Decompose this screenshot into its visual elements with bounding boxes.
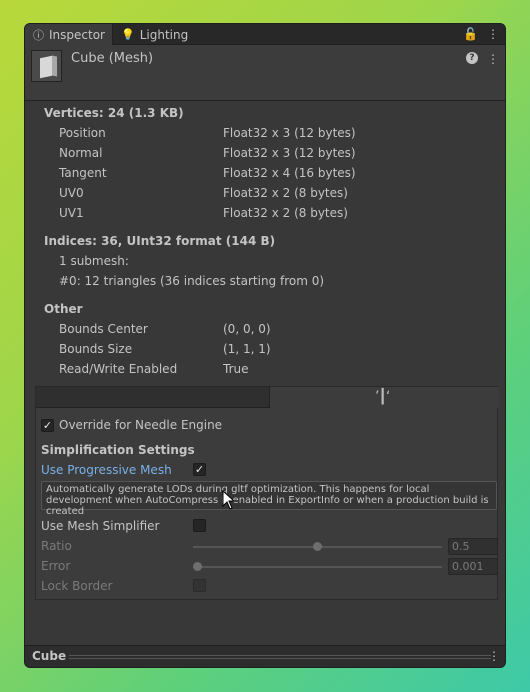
simplification-heading: Simplification Settings [41, 443, 195, 457]
vertex-attr-label: UV0 [59, 186, 84, 200]
other-value: (1, 1, 1) [223, 342, 271, 356]
override-label: Override for Needle Engine [59, 418, 223, 432]
footer-label: Cube [32, 649, 67, 663]
ratio-field[interactable]: 0.5 [448, 538, 498, 555]
kebab-menu-icon[interactable]: ⋮ [487, 52, 499, 66]
tab-inspector[interactable]: ⓘ Inspector [25, 24, 113, 45]
other-value: True [223, 362, 249, 376]
other-label: Bounds Size [59, 342, 133, 356]
other-value: (0, 0, 0) [223, 322, 271, 336]
vertex-attr-row: Position Float32 x 3 (12 bytes) [25, 123, 505, 143]
progressive-mesh-label[interactable]: Use Progressive Mesh [41, 460, 172, 480]
other-heading: Other [44, 302, 83, 316]
vertex-attr-row: UV0 Float32 x 2 (8 bytes) [25, 183, 505, 203]
kebab-menu-icon[interactable]: ⋮ [488, 649, 500, 663]
mesh-simplifier-label: Use Mesh Simplifier [41, 519, 160, 533]
help-text: Automatically generate LODs during gltf … [46, 484, 489, 517]
override-checkbox[interactable]: ✓ [41, 419, 54, 432]
vertex-attr-value: Float32 x 3 (12 bytes) [223, 126, 356, 140]
vertex-attr-value: Float32 x 2 (8 bytes) [223, 186, 348, 200]
other-row: Bounds Size (1, 1, 1) [25, 339, 505, 359]
error-slider-thumb[interactable] [193, 562, 203, 571]
vertex-attr-label: Normal [59, 146, 103, 160]
indices-heading: Indices: 36, UInt32 format (144 B) [44, 234, 276, 248]
cube-icon [40, 55, 52, 79]
tab-bar: ⓘ Inspector 💡 Lighting 🔓 ⋮ [25, 24, 505, 45]
cube-icon-side [52, 55, 57, 77]
vertex-attr-row: Normal Float32 x 3 (12 bytes) [25, 143, 505, 163]
vertex-attr-label: Position [59, 126, 106, 140]
needle-settings-panel: ’┃‘ ✓ Override for Needle Engine Simplif… [35, 386, 499, 600]
tab-bar-controls: 🔓 ⋮ [463, 27, 499, 41]
mesh-thumbnail [31, 50, 62, 82]
help-box: Automatically generate LODs during gltf … [41, 481, 497, 517]
inspector-window: ⓘ Inspector 💡 Lighting 🔓 ⋮ Cube (Mesh) ?… [24, 23, 506, 668]
other-label: Read/Write Enabled [59, 362, 178, 376]
mouse-cursor-icon [222, 490, 236, 510]
vertex-attr-row: Tangent Float32 x 4 (16 bytes) [25, 163, 505, 183]
vertex-attr-value: Float32 x 4 (16 bytes) [223, 166, 356, 180]
header-controls: ? ⋮ [466, 52, 499, 66]
error-field[interactable]: 0.001 [448, 558, 498, 575]
lock-border-checkbox[interactable] [193, 579, 206, 592]
ratio-label: Ratio [41, 539, 72, 553]
mesh-simplifier-checkbox[interactable] [193, 519, 206, 532]
error-label: Error [41, 559, 71, 573]
info-icon: ⓘ [33, 28, 44, 42]
vertex-attr-value: Float32 x 2 (8 bytes) [223, 206, 348, 220]
submesh-count: 1 submesh: [59, 254, 129, 268]
vertex-attr-row: UV1 Float32 x 2 (8 bytes) [25, 203, 505, 223]
other-row: Bounds Center (0, 0, 0) [25, 319, 505, 339]
needle-logo-icon: ’┃‘ [375, 389, 390, 405]
progressive-mesh-checkbox[interactable]: ✓ [193, 463, 206, 476]
page-title: Cube (Mesh) [71, 51, 154, 66]
other-row: Read/Write Enabled True [25, 359, 505, 379]
vertices-heading: Vertices: 24 (1.3 KB) [44, 106, 184, 120]
kebab-menu-icon[interactable]: ⋮ [487, 27, 499, 41]
error-slider-track[interactable] [193, 566, 442, 568]
lock-icon[interactable]: 🔓 [463, 27, 478, 41]
footer-drag-handle[interactable] [69, 655, 491, 659]
preview-footer: Cube ⋮ [25, 645, 505, 667]
panel-tab-default[interactable] [36, 387, 270, 408]
vertex-attr-label: UV1 [59, 206, 84, 220]
tab-lighting[interactable]: 💡 Lighting [113, 24, 196, 45]
lock-border-label: Lock Border [41, 579, 113, 593]
tab-inspector-label: Inspector [49, 27, 105, 42]
vertex-attr-value: Float32 x 3 (12 bytes) [223, 146, 356, 160]
panel-tab-needle[interactable]: ’┃‘ [270, 387, 499, 408]
lightbulb-icon: 💡 [121, 28, 135, 41]
tab-lighting-label: Lighting [139, 27, 189, 42]
vertex-attr-label: Tangent [59, 166, 107, 180]
other-label: Bounds Center [59, 322, 148, 336]
inspector-header: Cube (Mesh) ? ⋮ [25, 45, 505, 101]
submesh-detail: #0: 12 triangles (36 indices starting fr… [59, 274, 325, 288]
panel-tabs: ’┃‘ [36, 387, 499, 408]
ratio-slider-thumb[interactable] [313, 542, 322, 551]
help-icon[interactable]: ? [466, 52, 478, 64]
